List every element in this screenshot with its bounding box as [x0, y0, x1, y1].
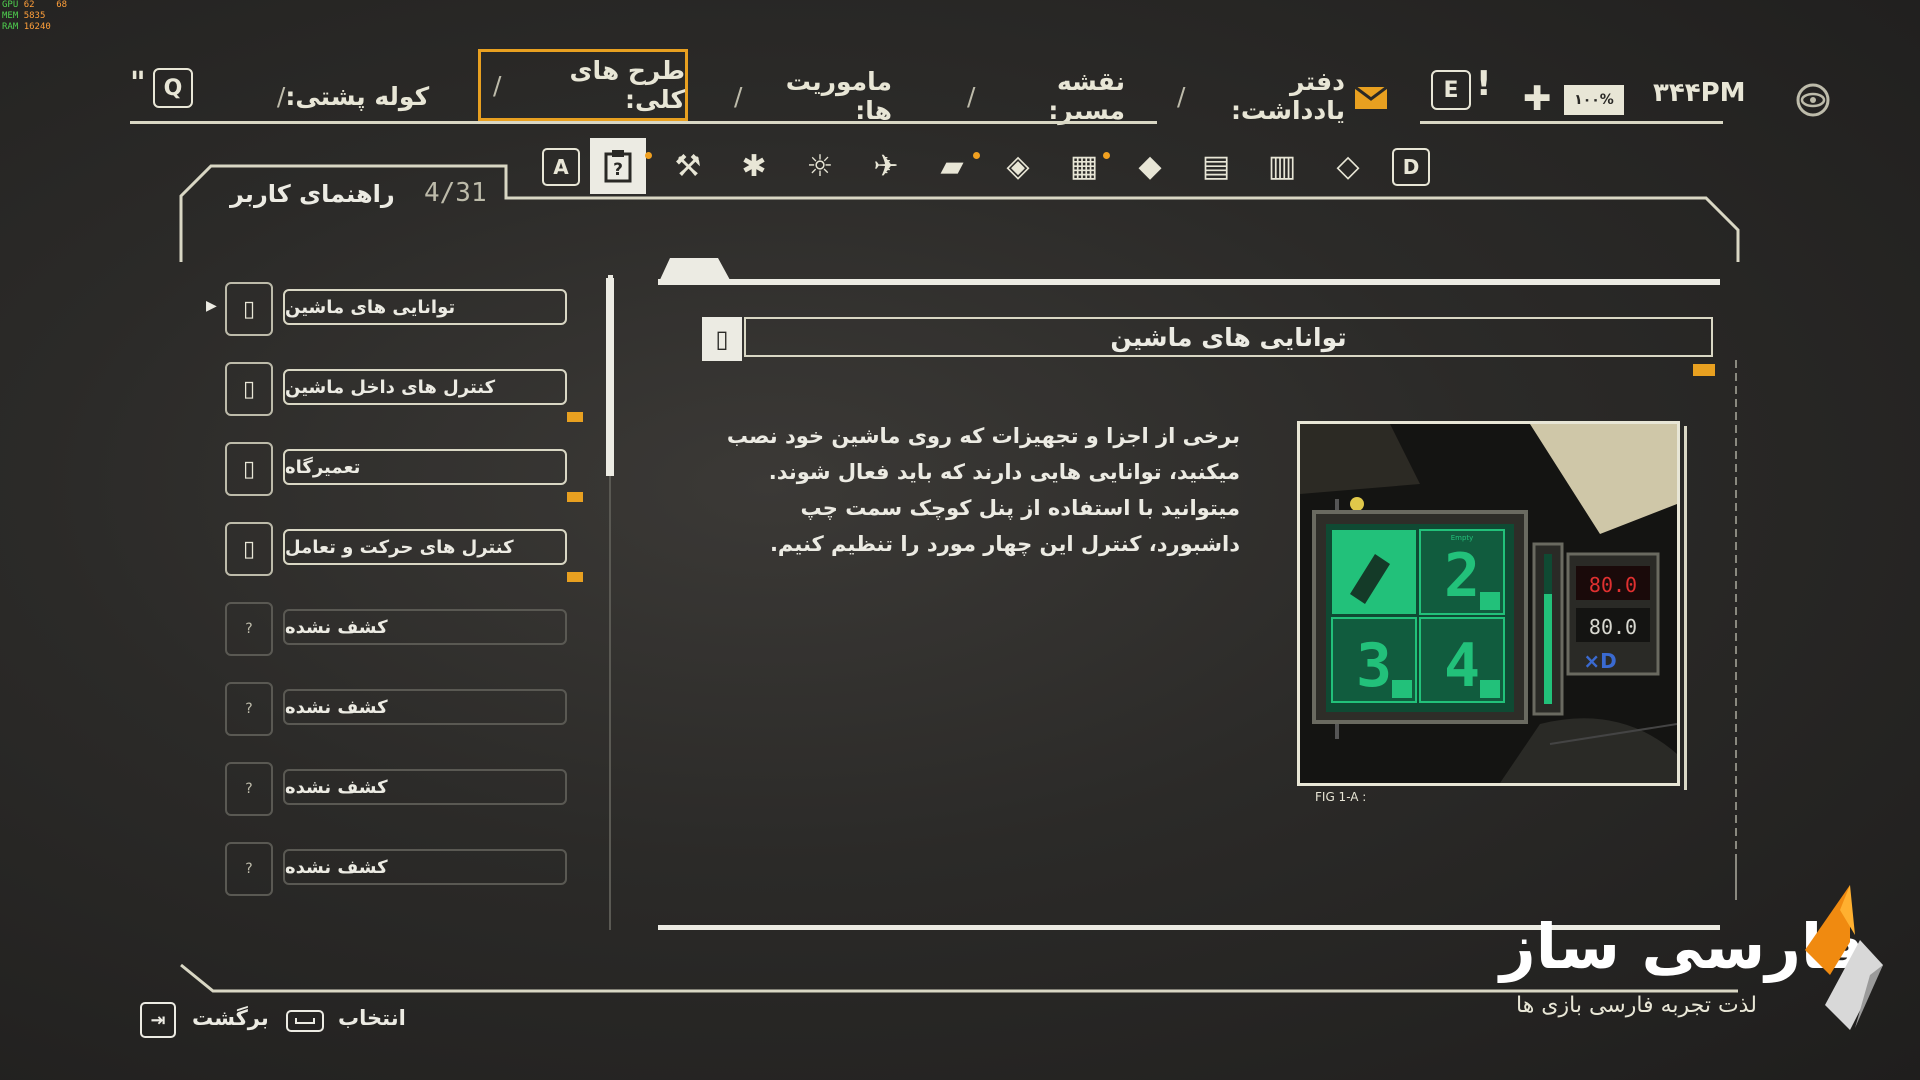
- a-key-hint[interactable]: A: [542, 148, 580, 186]
- list-item-label: کنترل های داخل ماشین: [285, 376, 496, 398]
- figure-readout-1: 80.0: [1589, 573, 1637, 597]
- list-item[interactable]: ▯ کنترل های حرکت و تعامل: [225, 522, 585, 582]
- category-paint[interactable]: ◆: [1122, 138, 1178, 194]
- watermark-tagline: لذت تجربه فارسی بازی ها: [1516, 993, 1757, 1018]
- figure-slot-label: Empty: [1451, 534, 1474, 542]
- category-tools[interactable]: ⚒: [660, 138, 716, 194]
- figure-logo: ×D: [1583, 649, 1616, 673]
- new-mail-icon: [567, 412, 583, 422]
- figure-slot-4: 4: [1444, 631, 1480, 701]
- svg-text:?: ?: [613, 160, 623, 180]
- list-item[interactable]: ? کشف نشده: [225, 682, 585, 742]
- list-item[interactable]: ? کشف نشده: [225, 602, 585, 662]
- list-item[interactable]: ▯ تعمیرگاه: [225, 442, 585, 502]
- car-icon: ▰: [940, 148, 964, 184]
- tools-icon: ⚒: [674, 148, 702, 184]
- category-weather[interactable]: ☼: [792, 138, 848, 194]
- radio-icon: ▤: [1201, 148, 1231, 184]
- figure-slot-3: 3: [1356, 631, 1392, 701]
- manual-icon: ▯: [225, 282, 273, 336]
- manual-icon: ▯: [702, 317, 742, 361]
- diamond-icon: ◈: [1006, 148, 1030, 184]
- entry-counter: 4/31: [424, 178, 487, 208]
- category-radio[interactable]: ▤: [1188, 138, 1244, 194]
- guide-icon: ?: [604, 150, 632, 183]
- category-compass[interactable]: ◇: [1320, 138, 1376, 194]
- unknown-icon: ?: [225, 602, 273, 656]
- unknown-icon: ?: [225, 842, 273, 896]
- bug-icon: ✱: [741, 148, 767, 184]
- farsisaz-logo-icon: [1805, 885, 1883, 1030]
- panel-title: راهنمای کاربر: [230, 180, 395, 208]
- category-car[interactable]: ▰: [924, 138, 980, 194]
- manual-icon: ▯: [225, 522, 273, 576]
- category-diamond[interactable]: ◈: [990, 138, 1046, 194]
- d-key-hint[interactable]: D: [1392, 148, 1430, 186]
- article-body: برخی از اجزا و تجهیزات که روی ماشین خود …: [726, 424, 1240, 556]
- list-item-label: کشف نشده: [285, 696, 388, 718]
- figure-image: 2 3 4 Empty 80.0 80.0 ×D: [1297, 421, 1680, 786]
- list-item-label: کشف نشده: [285, 856, 388, 878]
- paint-icon: ◆: [1138, 148, 1162, 184]
- category-flight[interactable]: ✈: [858, 138, 914, 194]
- select-label[interactable]: انتخاب: [338, 1006, 406, 1030]
- selection-arrow-icon: ▶: [206, 298, 217, 314]
- list-item[interactable]: ▯ توانایی های ماشین: [225, 282, 585, 342]
- unknown-icon: ?: [225, 762, 273, 816]
- category-camera[interactable]: ▥: [1254, 138, 1310, 194]
- new-mail-icon: [1693, 364, 1715, 376]
- space-key-icon[interactable]: [286, 1010, 324, 1032]
- list-item-label: کشف نشده: [285, 776, 388, 798]
- figure-slot-2: 2: [1444, 541, 1480, 611]
- list-scrollbar[interactable]: [606, 278, 614, 476]
- new-mail-icon: [567, 572, 583, 582]
- flight-icon: ✈: [873, 148, 899, 184]
- figure-caption: FIG 1-A :: [1315, 790, 1367, 804]
- camera-icon: ▥: [1267, 148, 1297, 184]
- manual-icon: ▯: [225, 442, 273, 496]
- back-key-icon[interactable]: ⇥: [140, 1002, 176, 1038]
- new-mail-icon: [567, 492, 583, 502]
- figure-readout-2: 80.0: [1589, 615, 1637, 639]
- list-item-label: کنترل های حرکت و تعامل: [285, 536, 514, 558]
- article-title: توانایی های ماشین: [1110, 322, 1347, 352]
- list-item[interactable]: ? کشف نشده: [225, 762, 585, 822]
- category-bugs[interactable]: ✱: [726, 138, 782, 194]
- figure-side-rule: [1684, 426, 1687, 790]
- list-item[interactable]: ▯ کنترل های داخل ماشین: [225, 362, 585, 422]
- article-title-bar: توانایی های ماشین: [744, 317, 1713, 357]
- list-item-label: تعمیرگاه: [285, 456, 361, 478]
- list-item-label: توانایی های ماشین: [285, 296, 456, 318]
- list-item-label: کشف نشده: [285, 616, 388, 638]
- garage-icon: ▦: [1069, 148, 1099, 184]
- compass-icon: ◇: [1336, 148, 1360, 184]
- back-label[interactable]: برگشت: [192, 1006, 269, 1030]
- manual-icon: ▯: [225, 362, 273, 416]
- category-guide[interactable]: ?: [590, 138, 652, 194]
- weather-icon: ☼: [806, 148, 834, 184]
- list-item[interactable]: ? کشف نشده: [225, 842, 585, 902]
- category-garage[interactable]: ▦: [1056, 138, 1112, 194]
- unknown-icon: ?: [225, 682, 273, 736]
